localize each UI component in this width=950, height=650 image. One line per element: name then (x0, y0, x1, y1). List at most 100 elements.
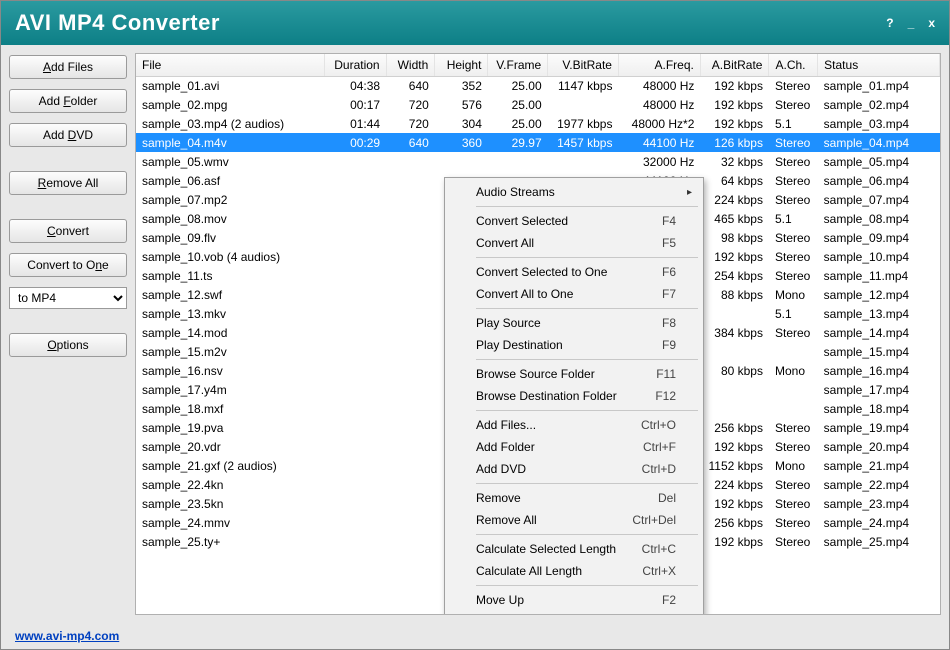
cell: 88 kbps (700, 285, 769, 304)
menu-separator (476, 585, 698, 586)
cell: 25.00 (488, 76, 548, 95)
col-ach[interactable]: A.Ch. (769, 54, 818, 76)
menu-item[interactable]: Convert SelectedF4 (448, 210, 700, 232)
cell: 29.97 (488, 133, 548, 152)
col-height[interactable]: Height (435, 54, 488, 76)
cell: sample_16.nsv (136, 361, 324, 380)
cell: sample_10.mp4 (818, 247, 940, 266)
col-duration[interactable]: Duration (324, 54, 386, 76)
menu-item[interactable]: Add Files...Ctrl+O (448, 414, 700, 436)
menu-item[interactable]: Convert AllF5 (448, 232, 700, 254)
menu-item[interactable]: Browse Source FolderF11 (448, 363, 700, 385)
table-row[interactable]: sample_01.avi04:3864035225.001147 kbps48… (136, 76, 940, 95)
cell (324, 209, 386, 228)
add-files-button[interactable]: Add Files (9, 55, 127, 79)
menu-item[interactable]: Convert Selected to OneF6 (448, 261, 700, 283)
cell: 98 kbps (700, 228, 769, 247)
col-file[interactable]: File (136, 54, 324, 76)
cell: 256 kbps (700, 513, 769, 532)
cell: sample_07.mp2 (136, 190, 324, 209)
add-folder-button[interactable]: Add Folder (9, 89, 127, 113)
help-button[interactable]: ? (886, 16, 893, 30)
close-button[interactable]: x (928, 16, 935, 30)
cell: sample_09.mp4 (818, 228, 940, 247)
cell: sample_06.mp4 (818, 171, 940, 190)
app-window: AVI MP4 Converter ? _ x Add Files Add Fo… (0, 0, 950, 650)
menu-item-label: Add Files... (476, 418, 641, 432)
menu-item-label: Convert Selected (476, 214, 662, 228)
cell: sample_24.mp4 (818, 513, 940, 532)
col-width[interactable]: Width (386, 54, 435, 76)
cell (700, 399, 769, 418)
menu-item[interactable]: Remove AllCtrl+Del (448, 509, 700, 531)
menu-item[interactable]: Play SourceF8 (448, 312, 700, 334)
cell: sample_13.mp4 (818, 304, 940, 323)
menu-item-shortcut: Ctrl+F (643, 440, 676, 454)
table-row[interactable]: sample_02.mpg00:1772057625.0048000 Hz192… (136, 95, 940, 114)
menu-item-label: Audio Streams (476, 185, 676, 199)
cell: sample_21.gxf (2 audios) (136, 456, 324, 475)
cell: sample_12.swf (136, 285, 324, 304)
menu-item[interactable]: Play DestinationF9 (448, 334, 700, 356)
cell (324, 361, 386, 380)
cell: 01:44 (324, 114, 386, 133)
cell: sample_22.4kn (136, 475, 324, 494)
menu-item[interactable]: Add FolderCtrl+F (448, 436, 700, 458)
col-afreq[interactable]: A.Freq. (618, 54, 700, 76)
menu-item-shortcut: F12 (655, 389, 676, 403)
cell: 192 kbps (700, 114, 769, 133)
menu-item[interactable]: Add DVDCtrl+D (448, 458, 700, 480)
cell (324, 418, 386, 437)
cell: sample_17.y4m (136, 380, 324, 399)
menu-separator (476, 483, 698, 484)
add-dvd-button[interactable]: Add DVD (9, 123, 127, 147)
cell: sample_20.vdr (136, 437, 324, 456)
menu-item[interactable]: Move DownF3 (448, 611, 700, 615)
menu-item[interactable]: Audio Streams (448, 181, 700, 203)
cell: 640 (386, 76, 435, 95)
menu-item[interactable]: Calculate Selected LengthCtrl+C (448, 538, 700, 560)
menu-item-label: Remove (476, 491, 658, 505)
cell: 254 kbps (700, 266, 769, 285)
cell: sample_18.mp4 (818, 399, 940, 418)
menu-item[interactable]: Move UpF2 (448, 589, 700, 611)
cell: 304 (435, 114, 488, 133)
menu-item[interactable]: Convert All to OneF7 (448, 283, 700, 305)
cell (324, 342, 386, 361)
options-button[interactable]: Options (9, 333, 127, 357)
col-vframe[interactable]: V.Frame (488, 54, 548, 76)
website-link[interactable]: www.avi-mp4.com (15, 629, 119, 643)
menu-item[interactable]: Calculate All LengthCtrl+X (448, 560, 700, 582)
cell (435, 152, 488, 171)
convert-to-one-button[interactable]: Convert to One (9, 253, 127, 277)
menu-item[interactable]: RemoveDel (448, 487, 700, 509)
cell (324, 285, 386, 304)
menu-item-shortcut: F2 (662, 593, 676, 607)
remove-all-button[interactable]: Remove All (9, 171, 127, 195)
cell: Stereo (769, 95, 818, 114)
convert-button[interactable]: Convert (9, 219, 127, 243)
menu-separator (476, 257, 698, 258)
minimize-button[interactable]: _ (908, 16, 915, 30)
cell (488, 152, 548, 171)
cell (769, 399, 818, 418)
cell: sample_23.mp4 (818, 494, 940, 513)
menu-separator (476, 206, 698, 207)
cell (324, 247, 386, 266)
output-format-select[interactable]: to MP4 (9, 287, 127, 309)
table-row[interactable]: sample_03.mp4 (2 audios)01:4472030425.00… (136, 114, 940, 133)
cell: sample_05.wmv (136, 152, 324, 171)
cell: 192 kbps (700, 532, 769, 551)
table-row[interactable]: sample_05.wmv32000 Hz32 kbpsStereosample… (136, 152, 940, 171)
cell: sample_03.mp4 (2 audios) (136, 114, 324, 133)
col-vbitrate[interactable]: V.BitRate (548, 54, 619, 76)
table-row[interactable]: sample_04.m4v00:2964036029.971457 kbps44… (136, 133, 940, 152)
menu-item-label: Play Destination (476, 338, 662, 352)
col-abitrate[interactable]: A.BitRate (700, 54, 769, 76)
cell: sample_01.mp4 (818, 76, 940, 95)
col-status[interactable]: Status (818, 54, 940, 76)
menu-item[interactable]: Browse Destination FolderF12 (448, 385, 700, 407)
cell (324, 152, 386, 171)
title-bar: AVI MP4 Converter ? _ x (1, 1, 949, 45)
context-menu[interactable]: Audio StreamsConvert SelectedF4Convert A… (444, 177, 704, 615)
